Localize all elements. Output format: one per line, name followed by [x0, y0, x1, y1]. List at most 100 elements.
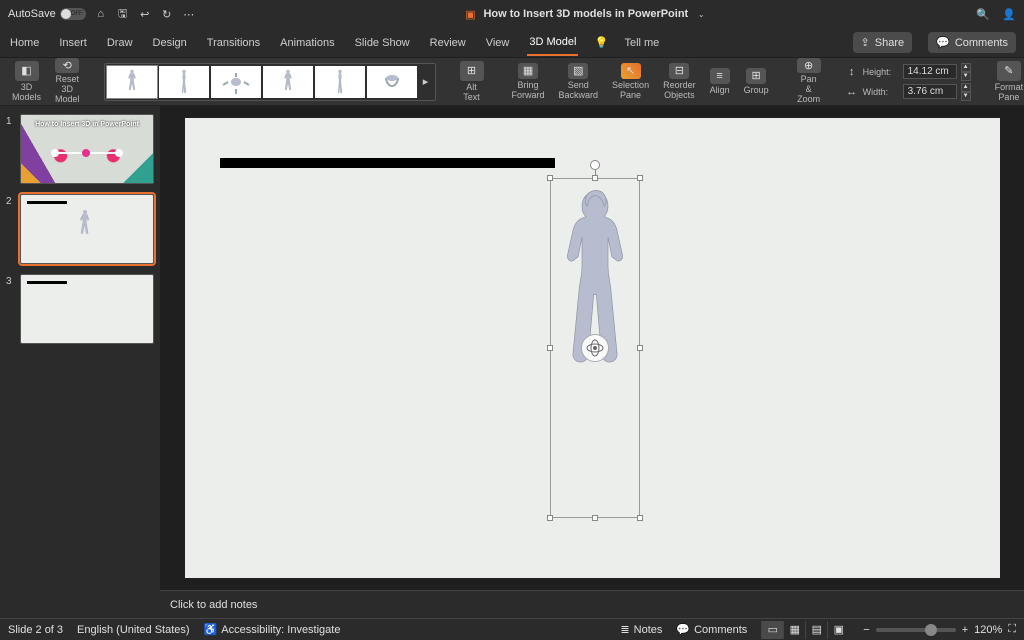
search-icon[interactable]: 🔍: [976, 7, 990, 21]
autosave-state: OFF: [71, 11, 83, 17]
status-notes-label: Notes: [634, 624, 663, 636]
3d-model-object[interactable]: [550, 178, 640, 518]
save-icon[interactable]: 🖫: [116, 7, 130, 21]
status-slide: Slide 2 of 3: [8, 624, 63, 636]
undo-icon[interactable]: ↩: [138, 7, 152, 21]
alt-text-button[interactable]: ⊞ Alt Text: [456, 58, 488, 105]
3d-models-label: 3D Models: [12, 83, 41, 103]
tell-me-label[interactable]: Tell me: [624, 37, 659, 49]
bring-forward-button[interactable]: ▦ Bring Forward: [508, 58, 549, 105]
thumb-1-title: How to Insert 3D in PowerPoint: [25, 121, 149, 128]
accessibility-icon: ♿: [204, 623, 218, 636]
title-placeholder-bar[interactable]: [220, 158, 555, 168]
3d-views-gallery: ▸: [104, 63, 436, 101]
home-icon[interactable]: ⌂: [94, 7, 108, 21]
selection-pane-label: Selection Pane: [612, 81, 649, 101]
status-notes-button[interactable]: ≣ Notes: [620, 623, 662, 636]
zoom-level[interactable]: 120%: [974, 624, 1002, 636]
align-button[interactable]: ≡ Align: [706, 58, 734, 105]
view-slideshow-button[interactable]: ▣: [827, 621, 849, 639]
gallery-more-icon[interactable]: ▸: [419, 66, 433, 98]
resize-handle-bl[interactable]: [547, 515, 553, 521]
pan-zoom-button[interactable]: ⊕ Pan & Zoom: [793, 58, 825, 105]
account-icon[interactable]: 👤: [1002, 7, 1016, 21]
resize-handle-r[interactable]: [637, 345, 643, 351]
3d-models-button[interactable]: ◧ 3D Models: [8, 58, 45, 105]
tab-transitions[interactable]: Transitions: [205, 31, 262, 55]
pan-zoom-icon: ⊕: [797, 58, 821, 73]
bring-forward-label: Bring Forward: [512, 81, 545, 101]
group-button[interactable]: ⊞ Group: [740, 58, 773, 105]
resize-handle-br[interactable]: [637, 515, 643, 521]
document-title: How to Insert 3D models in PowerPoint: [483, 8, 688, 20]
view-front[interactable]: [107, 66, 157, 98]
status-accessibility[interactable]: ♿ Accessibility: Investigate: [204, 623, 341, 636]
alt-text-label: Alt Text: [460, 83, 484, 103]
thumb-slide-1[interactable]: How to Insert 3D in PowerPoint: [20, 114, 154, 184]
tab-review[interactable]: Review: [428, 31, 468, 55]
comments-button[interactable]: 💬 Comments: [928, 32, 1016, 53]
title-dropdown-icon[interactable]: ⌄: [694, 7, 708, 21]
reset-3d-label: Reset 3D Model: [55, 75, 80, 105]
resize-handle-tl[interactable]: [547, 175, 553, 181]
view-side[interactable]: [159, 66, 209, 98]
alt-text-icon: ⊞: [460, 61, 484, 81]
notes-pane[interactable]: Click to add notes: [160, 590, 1024, 618]
view-top[interactable]: [211, 66, 261, 98]
zoom-slider[interactable]: [876, 628, 956, 632]
reorder-icon: ⊟: [669, 63, 689, 79]
width-label: Width:: [863, 87, 899, 97]
resize-handle-l[interactable]: [547, 345, 553, 351]
3d-orbit-control[interactable]: [581, 334, 609, 362]
tell-me-icon[interactable]: 💡: [594, 36, 608, 50]
tab-animations[interactable]: Animations: [278, 31, 336, 55]
reorder-button[interactable]: ⊟ Reorder Objects: [659, 58, 700, 105]
resize-handle-b[interactable]: [592, 515, 598, 521]
fit-to-window-button[interactable]: ⛶: [1008, 623, 1016, 636]
view-normal-button[interactable]: ▭: [761, 621, 783, 639]
reset-3d-button[interactable]: ⟲ Reset 3D Model: [51, 58, 84, 105]
tab-3d-model[interactable]: 3D Model: [527, 30, 578, 56]
tab-view[interactable]: View: [484, 31, 512, 55]
tab-insert[interactable]: Insert: [57, 31, 89, 55]
selection-pane-button[interactable]: ↖ Selection Pane: [608, 58, 653, 105]
width-input[interactable]: [903, 84, 957, 99]
tab-home[interactable]: Home: [8, 31, 41, 55]
send-backward-button[interactable]: ▧ Send Backward: [555, 58, 603, 105]
height-stepper[interactable]: ▲▼: [961, 63, 971, 81]
view-reading-button[interactable]: ▤: [805, 621, 827, 639]
thumb-number-1: 1: [6, 114, 16, 184]
slide-canvas[interactable]: [185, 118, 1000, 578]
thumb-slide-3[interactable]: [20, 274, 154, 344]
view-back[interactable]: [263, 66, 313, 98]
thumb-slide-2[interactable]: [20, 194, 154, 264]
bring-forward-icon: ▦: [518, 63, 538, 79]
view-right[interactable]: [315, 66, 365, 98]
height-input[interactable]: [903, 64, 957, 79]
thumb-number-3: 3: [6, 274, 16, 344]
height-label: Height:: [863, 67, 899, 77]
tab-design[interactable]: Design: [151, 31, 189, 55]
format-pane-button[interactable]: ✎ Format Pane: [991, 58, 1024, 105]
align-icon: ≡: [710, 68, 730, 84]
view-sorter-button[interactable]: ▦: [783, 621, 805, 639]
format-pane-icon: ✎: [997, 61, 1021, 81]
group-icon: ⊞: [746, 68, 766, 84]
pan-zoom-label: Pan & Zoom: [797, 75, 821, 105]
more-icon[interactable]: ⋯: [182, 7, 196, 21]
width-stepper[interactable]: ▲▼: [961, 83, 971, 101]
share-button[interactable]: ⇪ Share: [853, 32, 913, 53]
tab-slideshow[interactable]: Slide Show: [353, 31, 412, 55]
zoom-in-button[interactable]: +: [962, 624, 968, 636]
redo-icon[interactable]: ↻: [160, 7, 174, 21]
group-label: Group: [744, 86, 769, 96]
zoom-out-button[interactable]: −: [863, 624, 869, 636]
view-bottom[interactable]: [367, 66, 417, 98]
tab-draw[interactable]: Draw: [105, 31, 135, 55]
format-pane-label: Format Pane: [995, 83, 1024, 103]
rotate-handle[interactable]: [590, 160, 600, 170]
status-language[interactable]: English (United States): [77, 624, 190, 636]
autosave-toggle[interactable]: OFF: [60, 8, 86, 20]
resize-handle-tr[interactable]: [637, 175, 643, 181]
status-comments-button[interactable]: 💬 Comments: [676, 623, 747, 636]
